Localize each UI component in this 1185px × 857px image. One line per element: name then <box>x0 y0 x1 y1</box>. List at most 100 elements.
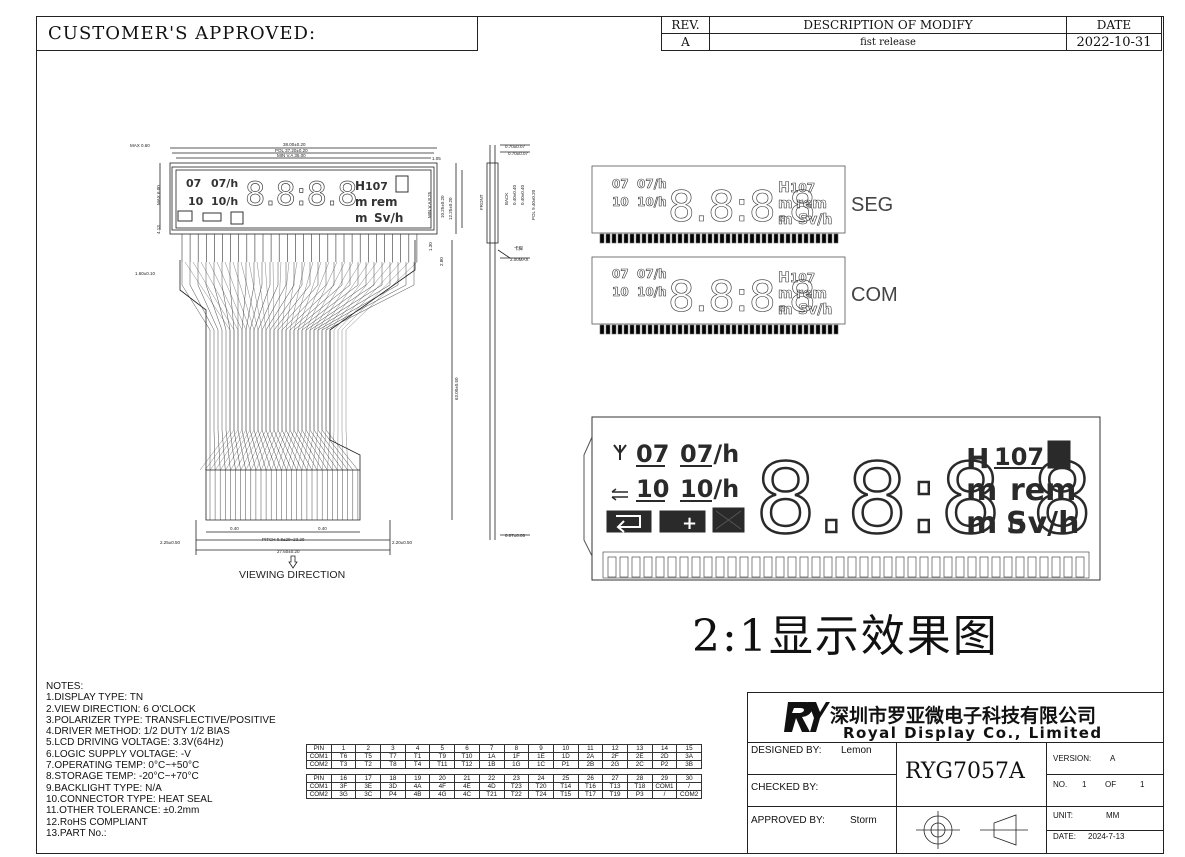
return-key-icon <box>606 510 652 533</box>
dim-va-825: MIN V.A 8.25 <box>427 191 432 218</box>
pin-cell: T22 <box>503 790 530 799</box>
pin-cell: 3B <box>676 760 702 769</box>
pin-cell: 13 <box>626 744 653 753</box>
note-item: 9.BACKLIGHT TYPE: N/A <box>46 782 162 794</box>
pin-row: PIN 1 2 3 4 5 6 7 8 9 10 11 12 13 14 15 <box>306 744 702 753</box>
drawing-lcd-h: H <box>355 179 365 193</box>
pin-cell: 1D <box>552 752 579 761</box>
lcd-10: 10 <box>636 475 669 503</box>
pin-row: COM2 T3 T2 T8 T4 T11 T12 1B 1G 1C P1 2B 2G 2C P2 3B <box>306 760 702 769</box>
com-107: 107 <box>790 271 815 285</box>
pin-cell: 18 <box>380 774 406 783</box>
com-label: COM <box>851 284 898 306</box>
pin-cell: 5 <box>429 744 456 753</box>
lcd-10h: 10/h <box>680 475 739 503</box>
pin-row-header: PIN <box>306 774 332 783</box>
note-item: 8.STORAGE TEMP: -20°C~+70°C <box>46 771 199 783</box>
side-back: BACK <box>504 193 509 205</box>
pin-cell: 16 <box>330 774 357 783</box>
pin-cell: T5 <box>355 752 382 761</box>
pin-cell: 1E <box>528 752 554 761</box>
dim-160: 1.60±0.10 <box>135 271 155 276</box>
seg-10: 10 <box>612 195 629 209</box>
pin-cell: T4 <box>404 760 431 769</box>
customer-approved-label: CUSTOMER'S APPROVED: <box>48 23 317 44</box>
svg-text:+: + <box>682 513 697 534</box>
pin-row-header: COM2 <box>306 790 332 799</box>
pin-cell: 24 <box>528 774 554 783</box>
pin-cell: 3 <box>380 744 406 753</box>
date-label: DATE: <box>1053 832 1076 841</box>
pin-cell: 27 <box>602 774 628 783</box>
effect-title: 2:1显示效果图 <box>692 611 999 662</box>
dim-pitch: PITCH 0.8±29=23.20 <box>262 537 305 542</box>
dim-280: 2.80 <box>439 257 444 266</box>
pin-cell: 2D <box>651 752 678 761</box>
pin-cell: 2C <box>626 760 653 769</box>
dim-overall: 38.00±0.20 <box>283 142 306 147</box>
description-value: fist release <box>709 33 1067 51</box>
pin-cell: 2 <box>355 744 382 753</box>
drawing-lcd-10h: 10/h <box>211 195 238 208</box>
seg-m: m <box>778 196 793 212</box>
pin-cell: 8 <box>503 744 530 753</box>
note-item: 10.CONNECTOR TYPE: HEAT SEAL <box>46 793 213 805</box>
pin-row: COM1 3F 3E 3D 4A 4F 4E 4D T23 T20 T14 T16 T13 T18 COM1… <box>306 782 702 791</box>
battery-bar-icon <box>1047 440 1071 469</box>
pin-cell: 2B <box>577 760 604 769</box>
pin-cell: T1 <box>404 752 431 761</box>
pin-cell: 2G <box>602 760 628 769</box>
dim-pad-b: 0.40 <box>318 526 327 531</box>
pin-table-1: PIN 1 2 3 4 5 6 7 8 9 10 11 12 13 14 15 COM1 T6 T5 T7 T1 T9 T1… <box>306 744 702 769</box>
com-micro: m <box>778 302 793 318</box>
pin-cell: 1C <box>528 760 554 769</box>
unit-value: MM <box>1106 811 1120 820</box>
pin-cell: T7 <box>380 752 406 761</box>
pin-row: PIN 16 17 18 19 20 21 22 23 24 25 26 27 28 29 30 <box>306 774 702 783</box>
pin-cell: T18 <box>626 782 653 791</box>
pin-cell: P1 <box>552 760 579 769</box>
date-header: DATE <box>1066 16 1162 34</box>
pin-cell: P2 <box>651 760 678 769</box>
pin-cell: 1 <box>330 744 357 753</box>
version-value: A <box>1110 754 1116 763</box>
revision-table: REV. DESCRIPTION OF MODIFY DATE A fist r… <box>661 16 1162 51</box>
pin-cell: T20 <box>528 782 554 791</box>
side-front: FRONT <box>479 194 484 210</box>
company-logo <box>784 702 830 732</box>
drawing-lcd-svh: Sv/h <box>374 211 403 225</box>
com-07: 07 <box>612 267 629 281</box>
pin-cell: 4C <box>454 790 480 799</box>
pin-cell: 2A <box>577 752 604 761</box>
pin-cell: T19 <box>602 790 628 799</box>
lcd-rem: rem <box>1010 473 1076 508</box>
mechanical-drawing: 07 07/h 10 10/h 8.8:8.8 H 107 m rem m Sv… <box>130 142 536 581</box>
pin-cell: 15 <box>676 744 702 753</box>
rev-value: A <box>661 33 710 51</box>
drawing-lcd-digits: 8.8:8.8 <box>245 175 358 213</box>
dim-413: 4.13 <box>156 225 161 234</box>
side-940: POL 9.40±0.20 <box>531 189 536 220</box>
note-item: 1.DISPLAY TYPE: TN <box>46 692 144 704</box>
arrows-icon <box>611 488 628 501</box>
side-070b: 0.70±0.07 <box>508 151 528 156</box>
date-value: 2022-10-31 <box>1066 33 1162 51</box>
pin-cell: 10 <box>552 744 579 753</box>
rev-header: REV. <box>661 16 710 34</box>
of-value: 1 <box>1140 780 1145 789</box>
pin-cell: 4E <box>454 782 480 791</box>
drawing-lcd-rem: rem <box>371 195 398 209</box>
designed-by-value: Lemon <box>841 745 872 756</box>
seg-07h: 07/h <box>637 177 667 191</box>
com-10h: 10/h <box>637 285 667 299</box>
pin-cell: 30 <box>676 774 702 783</box>
note-item: 12.RoHS COMPLIANT <box>46 816 148 828</box>
seg-107: 107 <box>790 181 815 195</box>
lcd-h: H <box>966 442 989 475</box>
pin-cell: 23 <box>503 774 530 783</box>
dim-pad-a: 0.40 <box>230 526 239 531</box>
pin-cell: 7 <box>478 744 505 753</box>
pin-cell: 2F <box>602 752 628 761</box>
pin-cell: T8 <box>380 760 406 769</box>
pin-cell: 4 <box>404 744 431 753</box>
